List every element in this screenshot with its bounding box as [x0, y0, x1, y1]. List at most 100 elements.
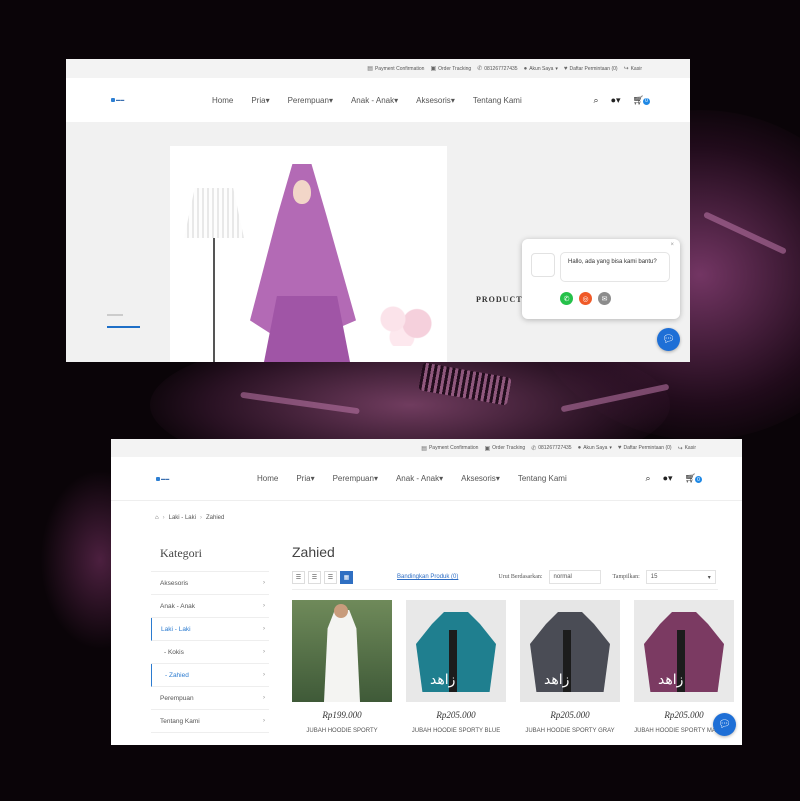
view-grid-icon[interactable]: ▦ — [340, 570, 353, 584]
order-tracking-link[interactable]: ▣ Order Tracking — [484, 445, 525, 452]
sidebar-item-kokis[interactable]: - Kokis › — [151, 641, 269, 664]
brand-mark: زاهد — [544, 672, 570, 688]
site-logo[interactable]: ▬▬ — [111, 97, 124, 102]
nav-tentang[interactable]: Tentang Kami — [473, 96, 522, 105]
share-icon: ↪ — [677, 445, 683, 452]
sidebar-item-aksesoris[interactable]: Aksesoris › — [151, 572, 269, 595]
breadcrumb: ⌂ › Laki - Laki › Zahied — [155, 515, 224, 521]
phone-icon: ✆ — [477, 66, 483, 72]
nav-perempuan[interactable]: Perempuan▾ — [288, 96, 333, 105]
caret-down-icon: ▾ — [450, 95, 455, 105]
breadcrumb-item[interactable]: Laki - Laki — [169, 515, 196, 521]
sort-select[interactable]: normal — [548, 570, 601, 584]
nav-menu: Home Pria▾ Perempuan▾ Anak - Anak▾ Akses… — [212, 78, 522, 122]
phone-icon: ✆ — [531, 445, 537, 452]
caret-down-icon: ▾ — [495, 474, 500, 483]
chat-button[interactable]: 💬︎ — [713, 713, 736, 736]
mail-icon[interactable]: ✉ — [598, 292, 611, 305]
chat-button[interactable]: 💬︎ — [657, 328, 680, 351]
user-menu-icon[interactable]: ●▾ — [611, 95, 621, 106]
site-logo[interactable]: ▬▬ — [156, 476, 169, 481]
nav-aksesoris[interactable]: Aksesoris▾ — [461, 474, 500, 483]
phone-link[interactable]: ✆ 081267727435 — [531, 445, 571, 452]
phone-link[interactable]: ✆ 081267727435 — [477, 65, 517, 73]
product-name[interactable]: JUBAH HOODIE SPORTY — [292, 727, 392, 735]
product-name[interactable]: JUBAH HOODIE SPORTY BLUE — [406, 727, 506, 735]
account-dropdown[interactable]: ● Akun Saya ▾ — [578, 445, 612, 451]
product-image[interactable]: زاهد — [634, 600, 734, 702]
breadcrumb-item[interactable]: Zahied — [206, 515, 224, 521]
nav-pria[interactable]: Pria▾ — [251, 96, 269, 105]
checkout-link[interactable]: ↪ Kasir — [678, 445, 696, 452]
sidebar-item-anak[interactable]: Anak - Anak › — [151, 595, 269, 618]
caret-down-icon: ▾ — [439, 474, 444, 483]
search-icon[interactable]: ⌕ — [594, 95, 599, 106]
wishlist-link[interactable]: ♥ Daftar Permintaan (0) — [618, 445, 672, 451]
search-icon[interactable]: ⌕ — [646, 473, 651, 484]
logo-mark — [111, 97, 115, 102]
slider-indicator[interactable] — [107, 314, 123, 316]
wishlist-link[interactable]: ♥ Daftar Permintaan (0) — [564, 66, 618, 72]
divider — [292, 589, 718, 590]
breadcrumb-separator: › — [162, 515, 165, 521]
main-navigation: ▬▬ Home Pria▾ Perempuan▾ Anak - Anak▾ Ak… — [111, 457, 742, 501]
sidebar-item-laki[interactable]: Laki - Laki › — [151, 618, 269, 641]
product-price: Rp205.000 — [550, 710, 590, 720]
nav-tentang[interactable]: Tentang Kami — [518, 474, 567, 483]
logo-text: ▬▬ — [116, 97, 125, 102]
nav-aksesoris[interactable]: Aksesoris▾ — [416, 96, 455, 105]
nav-home[interactable]: Home — [257, 474, 278, 483]
product-image[interactable]: زاهد — [520, 600, 620, 702]
user-icon: ● — [523, 65, 528, 72]
product-image[interactable]: زاهد — [406, 600, 506, 702]
view-toggle: ☰ ☰ ☰ ▦ — [292, 570, 353, 584]
chat-icon: 💬︎ — [718, 719, 731, 730]
breadcrumb-separator: › — [199, 515, 202, 521]
truck-icon: ▣ — [484, 445, 491, 452]
nav-icons: ⌕ ●▾ 🛒︎ 0 — [594, 78, 650, 122]
account-dropdown[interactable]: ● Akun Saya ▾ — [524, 66, 558, 72]
sidebar-item-zahied[interactable]: - Zahied › — [151, 664, 269, 687]
cart-icon[interactable]: 🛒︎ 0 — [685, 473, 702, 484]
category-title: Zahied — [292, 544, 335, 560]
product-name[interactable]: JUBAH HOODIE SPORTY GRAY — [520, 727, 620, 735]
top-bar: ▤ Payment Confirmation ▣ Order Tracking ✆ 0… — [66, 59, 690, 78]
caret-down-icon: ▾ — [609, 445, 612, 451]
payment-confirmation-link[interactable]: ▤ Payment Confirmation — [367, 65, 424, 73]
home-icon[interactable]: ⌂ — [155, 515, 159, 521]
nav-anak[interactable]: Anak - Anak▾ — [396, 474, 443, 483]
instagram-icon[interactable]: ◎ — [579, 292, 592, 305]
nav-anak[interactable]: Anak - Anak▾ — [351, 96, 398, 105]
product-image[interactable] — [292, 600, 392, 702]
show-select[interactable]: 15 ▾ — [645, 570, 716, 584]
logo-mark — [156, 476, 160, 481]
product-card[interactable]: زاهد Rp205.000 JUBAH HOODIE SPORTY BLUE — [406, 600, 506, 735]
brand-mark: زاهد — [658, 672, 684, 688]
compare-link[interactable]: Bandingkan Produk (0) — [397, 574, 458, 580]
user-menu-icon[interactable]: ●▾ — [663, 473, 673, 484]
checkout-link[interactable]: ↪ Kasir — [624, 65, 642, 73]
nav-perempuan[interactable]: Perempuan▾ — [333, 474, 378, 483]
view-list-icon[interactable]: ☰ — [292, 570, 305, 584]
view-list-icon[interactable]: ☰ — [324, 570, 337, 584]
order-tracking-link[interactable]: ▣ Order Tracking — [430, 65, 471, 73]
chat-popup: × Hallo, ada yang bisa kami bantu? ✆ ◎ ✉ — [522, 239, 680, 319]
view-list-icon[interactable]: ☰ — [308, 570, 321, 584]
slider-indicator-active[interactable] — [107, 326, 140, 328]
whatsapp-icon[interactable]: ✆ — [560, 292, 573, 305]
payment-confirmation-link[interactable]: ▤ Payment Confirmation — [421, 445, 478, 452]
product-card[interactable]: زاهد Rp205.000 JUBAH HOODIE SPORTY GRAY — [520, 600, 620, 735]
product-card[interactable]: Rp199.000 JUBAH HOODIE SPORTY — [292, 600, 392, 735]
heart-icon: ♥ — [563, 65, 568, 72]
nav-home[interactable]: Home — [212, 96, 233, 105]
nav-icons: ⌕ ●▾ 🛒︎ 0 — [646, 457, 702, 500]
sidebar-item-tentang[interactable]: Tentang Kami › — [151, 710, 269, 733]
category-sidebar: Kategori Aksesoris › Anak - Anak › Laki - … — [151, 534, 269, 733]
close-icon[interactable]: × — [670, 242, 674, 248]
chevron-right-icon: › — [263, 695, 265, 701]
card-icon: ▤ — [367, 66, 373, 72]
nav-pria[interactable]: Pria▾ — [296, 474, 314, 483]
cart-icon[interactable]: 🛒︎ 0 — [633, 95, 650, 106]
top-bar: ▤ Payment Confirmation ▣ Order Tracking ✆ 0… — [111, 439, 742, 457]
sidebar-item-perempuan[interactable]: Perempuan › — [151, 687, 269, 710]
